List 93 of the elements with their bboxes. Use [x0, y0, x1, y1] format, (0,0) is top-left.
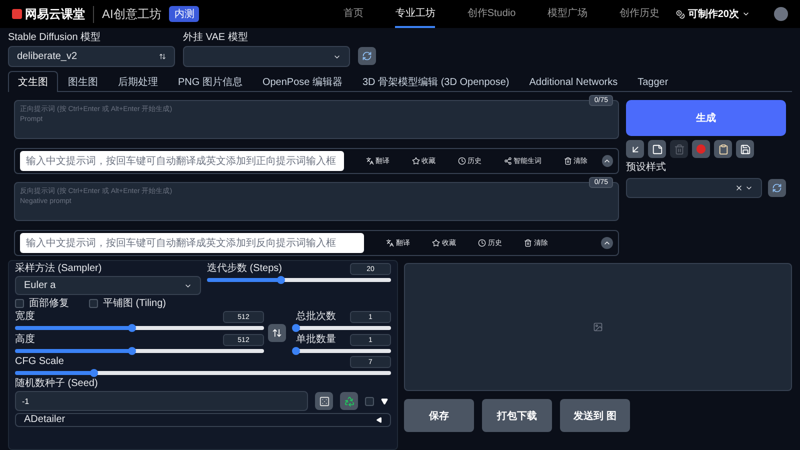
- dot-icon: [696, 144, 706, 154]
- nav-link[interactable]: 创作Studio: [467, 0, 516, 28]
- avatar[interactable]: [774, 7, 788, 21]
- tab[interactable]: Tagger: [628, 71, 678, 92]
- slider-label: 总批次数: [296, 311, 336, 323]
- nav-link[interactable]: 模型广场: [548, 0, 588, 28]
- triangle-icon: [376, 417, 382, 423]
- tool-button[interactable]: [648, 140, 666, 158]
- sampler-select[interactable]: Euler a: [15, 276, 201, 295]
- tab[interactable]: 3D 骨架模型编辑 (3D Openpose): [352, 71, 520, 92]
- tab[interactable]: 图生图: [58, 71, 108, 92]
- translate-icon: [386, 239, 394, 247]
- slider[interactable]: [207, 276, 391, 284]
- tab[interactable]: 文生图: [8, 71, 58, 92]
- trash-icon: [524, 239, 532, 247]
- nav-link[interactable]: 创作历史: [620, 0, 660, 28]
- tab[interactable]: Additional Networks: [519, 71, 628, 92]
- output-button[interactable]: 发送到 图: [560, 399, 630, 432]
- tool-button[interactable]: [736, 140, 754, 158]
- sort-icon: [159, 53, 166, 60]
- slider-label: 高度: [15, 334, 35, 346]
- slider-thumb[interactable]: [276, 276, 285, 284]
- checkbox[interactable]: 平铺图 (Tiling): [89, 296, 166, 310]
- chinese-prompt-field[interactable]: 输入中文提示词，按回车键可自动翻译成英文添加到反向提示词输入框: [20, 233, 364, 253]
- clipboard-icon: [718, 144, 728, 154]
- caret-icon: [745, 184, 753, 192]
- chevron-up-icon: [603, 239, 611, 247]
- recycle-icon: [344, 396, 354, 406]
- checkbox[interactable]: 面部修复: [15, 296, 69, 310]
- field-label: 随机数种子 (Seed): [15, 378, 99, 390]
- clear-icon[interactable]: [735, 184, 743, 192]
- seed-field[interactable]: -1: [15, 391, 308, 411]
- star-icon: [412, 157, 420, 165]
- tab[interactable]: 后期处理: [108, 71, 168, 92]
- slider-thumb[interactable]: [292, 347, 300, 355]
- tool-button[interactable]: [626, 140, 644, 158]
- slider-label: 宽度: [15, 311, 35, 323]
- field-label: 预设样式: [626, 162, 667, 174]
- output-button[interactable]: 保存: [404, 399, 474, 432]
- refresh-icon: [772, 183, 782, 193]
- credits-menu[interactable]: 可制作20次: [676, 7, 750, 21]
- tab[interactable]: OpenPose 编辑器: [252, 71, 352, 92]
- dice-icon: [318, 396, 330, 406]
- refresh-button[interactable]: [768, 179, 786, 197]
- clock-icon: [478, 239, 486, 247]
- field-label: 采样方法 (Sampler): [15, 263, 103, 275]
- star-icon: [432, 239, 440, 247]
- refresh-button[interactable]: [358, 47, 376, 65]
- arrow-icon: [630, 144, 640, 154]
- field-label: 外挂 VAE 模型: [183, 32, 249, 44]
- save-icon: [740, 144, 750, 154]
- slider[interactable]: [15, 347, 264, 355]
- swap-icon: [272, 328, 282, 338]
- translate-icon: [366, 157, 374, 165]
- trash-icon: [564, 157, 572, 165]
- image-icon: [593, 322, 603, 332]
- nav-link[interactable]: 专业工坊: [395, 0, 436, 28]
- model-select[interactable]: deliberate_v2: [8, 46, 175, 67]
- slider[interactable]: [15, 369, 391, 377]
- swap-button[interactable]: [268, 324, 286, 342]
- product-name: AI创意工坊: [93, 6, 162, 22]
- nav-link[interactable]: 首页: [343, 0, 364, 28]
- trash-icon: [674, 144, 684, 154]
- caret-icon: [742, 10, 750, 18]
- slider-label: 单批数量: [296, 334, 336, 346]
- collapse-button[interactable]: [602, 155, 613, 167]
- slider-thumb[interactable]: [292, 324, 300, 332]
- checkbox[interactable]: [365, 396, 374, 406]
- reuse-button[interactable]: [340, 392, 358, 410]
- slider-label: CFG Scale: [15, 356, 64, 368]
- tool-button[interactable]: [714, 140, 732, 158]
- brand-logo[interactable]: 网易云课堂: [12, 6, 85, 22]
- collapse-button[interactable]: [601, 237, 613, 249]
- tab[interactable]: PNG 图片信息: [168, 71, 252, 92]
- slider-thumb[interactable]: [128, 324, 136, 332]
- chevron-up-icon: [603, 157, 612, 165]
- clock-icon: [458, 157, 466, 165]
- generate-button[interactable]: 生成: [626, 100, 786, 136]
- accordion-header[interactable]: ADetailer: [15, 413, 391, 427]
- slider-thumb[interactable]: [90, 369, 98, 377]
- slider[interactable]: [15, 324, 264, 332]
- refresh-icon: [362, 51, 372, 61]
- nodes-icon: [504, 157, 512, 165]
- output-button[interactable]: 打包下载: [482, 399, 552, 432]
- field-label: Stable Diffusion 模型: [8, 32, 102, 44]
- slider-thumb[interactable]: [128, 347, 136, 355]
- slider-label: 迭代步数 (Steps): [207, 263, 282, 275]
- chinese-prompt-field[interactable]: 输入中文提示词，按回车键可自动翻译成英文添加到正向提示词输入框: [20, 151, 344, 171]
- dice-button[interactable]: [315, 392, 333, 410]
- beta-badge: 内测: [169, 6, 200, 22]
- coins-icon: [676, 10, 685, 18]
- note-icon: [652, 144, 662, 154]
- triangle-icon: [381, 398, 388, 404]
